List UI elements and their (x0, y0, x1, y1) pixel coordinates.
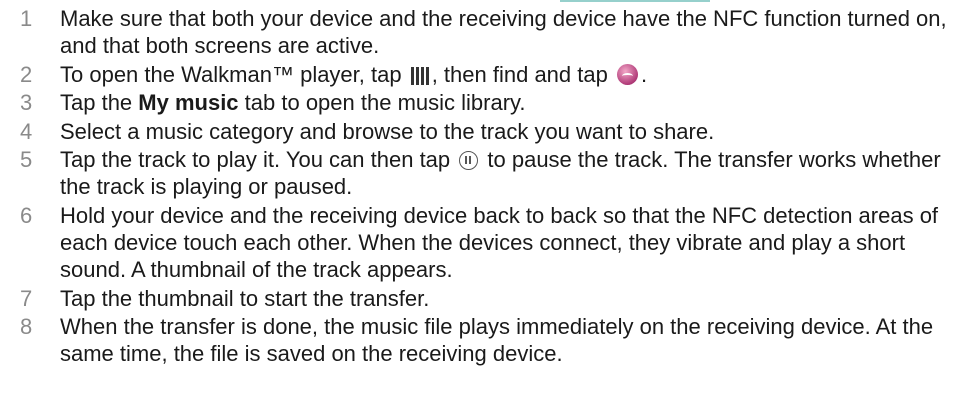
step-3: 3 Tap the My music tab to open the music… (0, 89, 965, 116)
step-text-part: , then find and tap (431, 61, 614, 87)
step-number: 8 (20, 314, 33, 340)
step-text: When the transfer is done, the music fil… (60, 314, 934, 367)
step-text-part: To open the Walkman™ player, tap (60, 61, 408, 87)
step-2: 2 To open the Walkman™ player, tap , the… (0, 61, 965, 88)
pause-icon (459, 151, 479, 171)
step-4: 4 Select a music category and browse to … (0, 118, 965, 145)
step-text: Make sure that both your device and the … (60, 6, 947, 58)
step-text-part: . (640, 61, 648, 87)
step-number: 2 (20, 61, 33, 87)
step-text-part: tab to open the music library. (238, 90, 526, 116)
instruction-steps-list: 1 Make sure that both your device and th… (0, 5, 965, 369)
step-text: Tap the thumbnail to start the transfer. (60, 285, 430, 311)
apps-grid-icon (410, 66, 429, 85)
cropped-heading-remnant (0, 0, 965, 4)
document-page: 1 Make sure that both your device and th… (0, 0, 965, 394)
step-number: 5 (20, 147, 33, 173)
walkman-icon (616, 63, 638, 85)
step-6: 6 Hold your device and the receiving dev… (0, 202, 965, 283)
step-number: 4 (20, 118, 33, 144)
step-8: 8 When the transfer is done, the music f… (0, 313, 965, 367)
my-music-tab-label: My music (138, 90, 239, 116)
step-number: 3 (20, 90, 33, 116)
step-text-part: Tap the (60, 90, 139, 116)
step-number: 1 (20, 6, 33, 31)
step-text-part: Tap the track to play it. You can then t… (60, 147, 457, 173)
step-text: Hold your device and the receiving devic… (60, 202, 939, 282)
step-number: 7 (20, 285, 33, 311)
step-text: Select a music category and browse to th… (60, 118, 715, 144)
step-1: 1 Make sure that both your device and th… (0, 5, 965, 59)
teal-heading-edge (560, 0, 710, 2)
step-number: 6 (20, 202, 33, 228)
step-7: 7 Tap the thumbnail to start the transfe… (0, 285, 965, 312)
step-5: 5 Tap the track to play it. You can then… (0, 146, 965, 200)
